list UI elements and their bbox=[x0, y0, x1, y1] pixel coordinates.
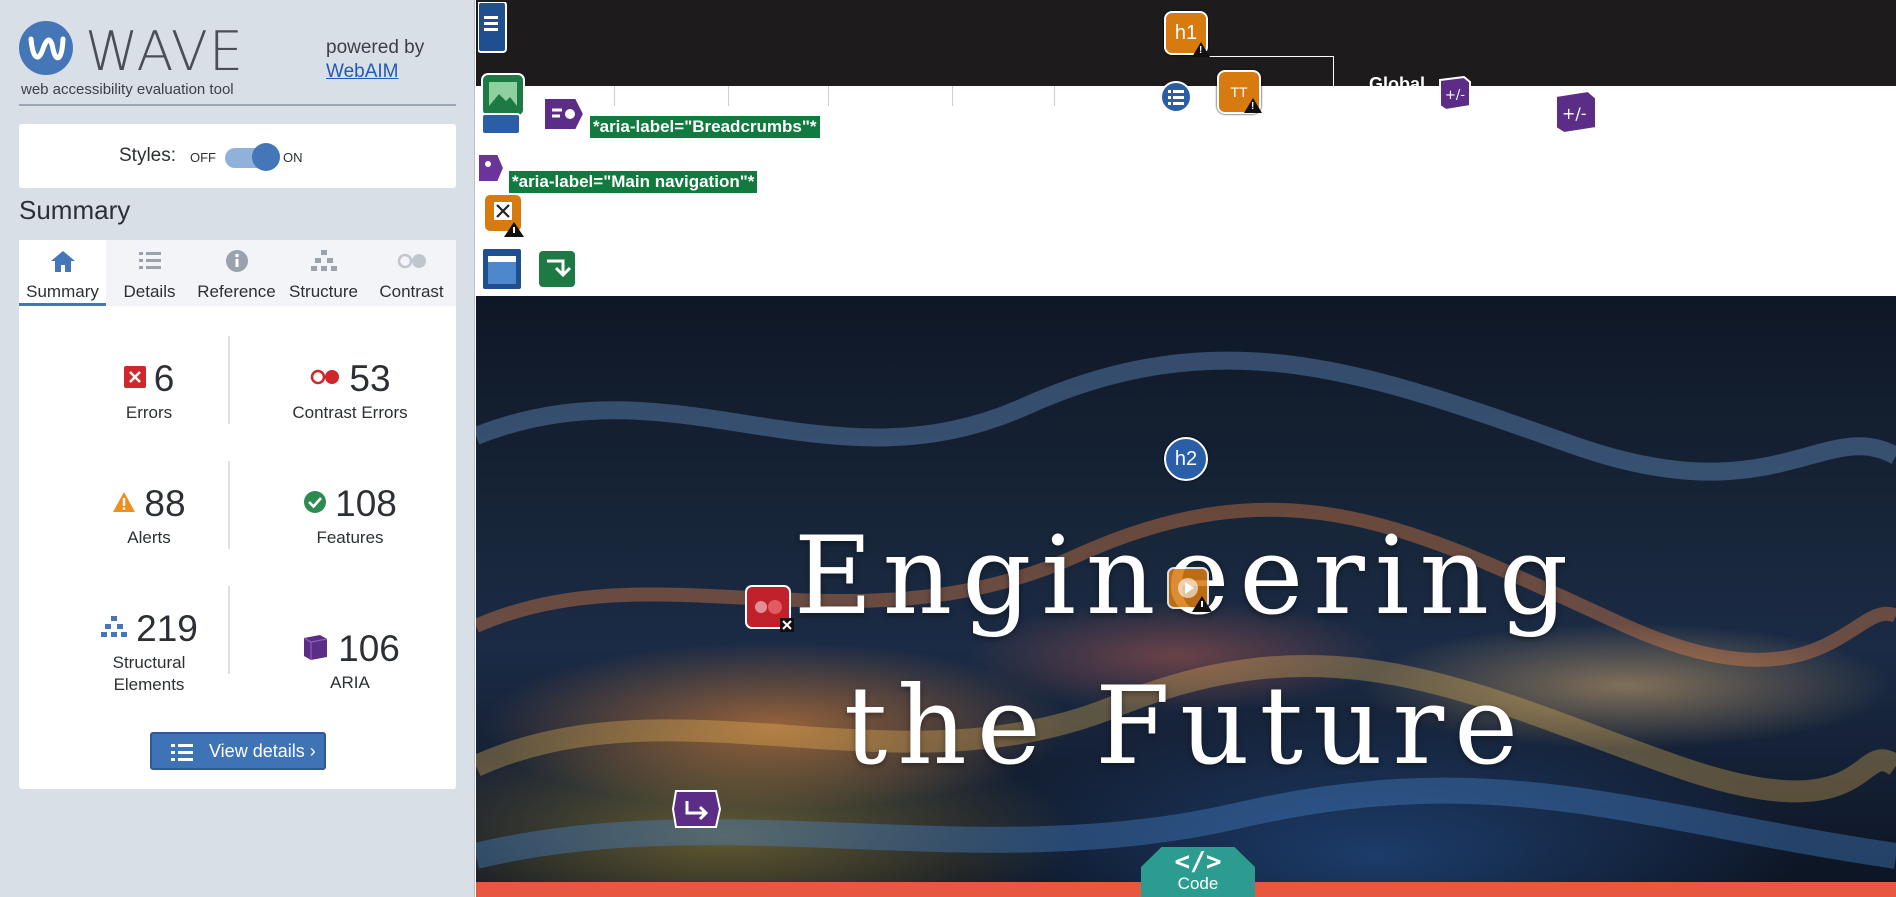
svg-text:+/-: +/- bbox=[1445, 88, 1465, 103]
wave-header: WAVE web accessibility evaluation tool p… bbox=[19, 18, 456, 106]
contrast-errors-count: 53 bbox=[349, 358, 391, 399]
info-icon bbox=[193, 248, 280, 276]
styles-off-label: OFF bbox=[190, 150, 216, 165]
aria-label-breadcrumbs: *aria-label="Breadcrumbs"* bbox=[590, 116, 820, 138]
aria-link-icon[interactable] bbox=[671, 785, 722, 838]
summary-panel: Summary Details Reference Structure Cont… bbox=[19, 240, 456, 789]
alert-marker-icon bbox=[1244, 98, 1262, 113]
aria-expanded-icon[interactable]: +/- bbox=[1554, 89, 1598, 139]
feature-check-icon bbox=[303, 490, 327, 519]
aria-cube-icon bbox=[300, 633, 330, 666]
structure-section-icon[interactable] bbox=[480, 246, 524, 297]
tab-reference[interactable]: Reference bbox=[193, 240, 280, 306]
structure-icon bbox=[100, 615, 128, 644]
contrast-error-icon bbox=[309, 367, 341, 392]
webaim-link[interactable]: WebAIM bbox=[326, 61, 399, 82]
error-icon bbox=[123, 365, 146, 393]
list-icon bbox=[170, 742, 194, 767]
evaluated-page: Global Engineering the Future </> Code *… bbox=[476, 0, 1896, 897]
errors-count: 6 bbox=[153, 358, 175, 399]
aria-label: ARIA bbox=[330, 673, 370, 692]
styles-toggle-box: Styles: OFF ON bbox=[19, 124, 456, 188]
aria-label-icon[interactable] bbox=[540, 94, 586, 139]
tab-contrast[interactable]: Contrast bbox=[367, 240, 456, 306]
structural-count: 219 bbox=[136, 608, 198, 649]
tab-summary-label: Summary bbox=[26, 282, 99, 301]
divider bbox=[228, 336, 230, 424]
styles-on-label: ON bbox=[283, 150, 303, 165]
nav-divider bbox=[614, 86, 615, 106]
h2-heading-icon[interactable]: h2 bbox=[1164, 437, 1208, 481]
list-icon bbox=[106, 248, 193, 276]
features-label: Features bbox=[316, 528, 384, 547]
errors-label: Errors bbox=[125, 403, 173, 422]
svg-text:+/-: +/- bbox=[1562, 104, 1587, 123]
stat-alerts[interactable]: 88 Alerts bbox=[59, 483, 239, 549]
contrast-error-icon[interactable] bbox=[744, 584, 796, 639]
stat-features[interactable]: 108 Features bbox=[260, 483, 440, 549]
stat-structural-elements[interactable]: 219 Structural Elements bbox=[59, 608, 239, 696]
home-icon bbox=[19, 248, 106, 276]
nav-divider bbox=[728, 86, 729, 106]
wave-sidebar: WAVE web accessibility evaluation tool p… bbox=[0, 0, 475, 897]
summary-heading: Summary bbox=[19, 195, 131, 225]
structure-list-icon[interactable] bbox=[477, 1, 508, 59]
structural-label-2: Elements bbox=[113, 675, 185, 694]
code-label: Code bbox=[1177, 874, 1219, 893]
stat-aria[interactable]: 106 ARIA bbox=[260, 628, 440, 694]
wave-logo-text: WAVE bbox=[85, 20, 244, 83]
hero-heading: Engineering the Future bbox=[476, 502, 1896, 802]
tab-reference-label: Reference bbox=[197, 282, 276, 301]
code-icon: </> bbox=[1174, 847, 1222, 877]
tab-structure[interactable]: Structure bbox=[280, 240, 367, 306]
media-alert-icon[interactable] bbox=[1166, 566, 1216, 619]
wave-tagline: web accessibility evaluation tool bbox=[21, 81, 234, 98]
divider bbox=[228, 586, 230, 674]
structural-label-1: Structural bbox=[112, 653, 186, 672]
tab-details-label: Details bbox=[123, 282, 176, 301]
code-tab[interactable]: </> Code bbox=[1141, 847, 1255, 897]
view-details-label: View details › bbox=[209, 741, 316, 761]
nav-divider bbox=[952, 86, 953, 106]
tab-contrast-label: Contrast bbox=[379, 282, 444, 301]
alerts-label: Alerts bbox=[127, 528, 171, 547]
powered-by: powered by WebAIM bbox=[326, 36, 424, 84]
tab-details[interactable]: Details bbox=[106, 240, 193, 306]
nav-divider bbox=[828, 86, 829, 106]
contrast-errors-label: Contrast Errors bbox=[292, 403, 408, 422]
tab-summary[interactable]: Summary bbox=[19, 240, 106, 306]
wave-logo-icon bbox=[19, 21, 73, 75]
alert-icon bbox=[112, 491, 136, 518]
divider bbox=[228, 461, 230, 549]
stat-contrast-errors[interactable]: 53 Contrast Errors bbox=[260, 358, 440, 424]
features-count: 108 bbox=[335, 483, 397, 524]
hierarchy-icon bbox=[280, 248, 367, 276]
alert-marker-icon bbox=[1192, 42, 1210, 57]
tab-structure-label: Structure bbox=[289, 282, 358, 301]
aria-expanded-icon[interactable]: +/- bbox=[1438, 75, 1472, 117]
aria-tag-icon[interactable] bbox=[476, 148, 506, 193]
view-details-button[interactable]: View details › bbox=[150, 732, 326, 770]
wave-tabs: Summary Details Reference Structure Cont… bbox=[19, 240, 456, 306]
skip-link-icon[interactable] bbox=[536, 248, 578, 295]
styles-toggle-knob[interactable] bbox=[252, 143, 280, 171]
styles-label: Styles: bbox=[119, 145, 177, 166]
aria-count: 106 bbox=[338, 628, 400, 669]
stat-errors[interactable]: 6 Errors bbox=[59, 358, 239, 424]
structure-region-icon[interactable] bbox=[480, 112, 524, 141]
suspicious-image-alert-icon[interactable] bbox=[482, 192, 526, 243]
powered-by-text: powered by bbox=[326, 37, 425, 58]
alerts-count: 88 bbox=[144, 483, 186, 524]
hero-line-2: the Future bbox=[843, 664, 1529, 789]
aria-label-main-navigation: *aria-label="Main navigation"* bbox=[509, 171, 758, 193]
nav-divider bbox=[1054, 86, 1055, 106]
list-structure-icon[interactable] bbox=[1159, 80, 1193, 119]
contrast-icon bbox=[367, 248, 456, 276]
